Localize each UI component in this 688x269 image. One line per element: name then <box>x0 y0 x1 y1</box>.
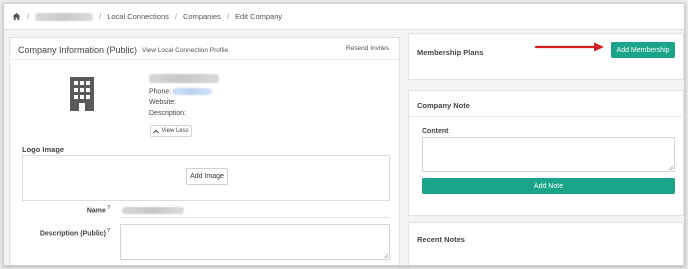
building-icon <box>70 77 94 111</box>
membership-plans-title: Membership Plans <box>417 48 484 57</box>
company-information-title: Company Information (Public) <box>18 45 138 55</box>
name-field-label: Name? <box>50 205 110 214</box>
breadcrumb-separator: / <box>226 12 230 21</box>
help-icon[interactable]: ? <box>107 205 110 211</box>
company-note-title: Company Note <box>417 101 470 110</box>
website-label: Website: <box>149 99 177 106</box>
breadcrumb-local-connections[interactable]: Local Connections <box>107 12 169 21</box>
breadcrumb-separator: / <box>27 12 30 21</box>
view-profile-link[interactable]: View Local Connection Profile <box>142 47 228 54</box>
view-less-label: View Less <box>161 128 189 134</box>
breadcrumb-separator: / <box>99 12 102 21</box>
view-less-button[interactable]: View Less <box>150 125 192 137</box>
logo-image-label: Logo Image <box>22 145 65 154</box>
phone-value-redacted[interactable] <box>172 88 213 95</box>
phone-line: Phone: <box>149 88 213 96</box>
description-label: Description: <box>149 110 186 117</box>
recent-notes-title: Recent Notes <box>417 235 465 244</box>
resend-invites-link[interactable]: Resend Invites <box>346 45 389 52</box>
add-membership-button[interactable]: Add Membership <box>611 42 675 58</box>
add-image-button[interactable]: Add Image <box>186 168 228 185</box>
description-line: Description: <box>149 110 186 117</box>
description-public-textarea[interactable] <box>120 224 390 260</box>
phone-label: Phone: <box>149 88 172 96</box>
help-icon[interactable]: ? <box>107 228 110 234</box>
company-note-header: Company Note <box>409 91 683 117</box>
breadcrumb: / / Local Connections / Companies / Edit… <box>4 4 684 30</box>
description-public-label: Description (Public) <box>39 230 106 238</box>
company-information-header: Company Information (Public) View Local … <box>10 38 399 60</box>
name-label: Name <box>86 207 106 215</box>
recent-notes-panel: Recent Notes <box>408 222 684 265</box>
content-label: Content <box>422 128 449 135</box>
website-line: Website: <box>149 99 176 106</box>
add-note-button[interactable]: Add Note <box>422 178 675 194</box>
app-frame: / / Local Connections / Companies / Edit… <box>3 3 685 266</box>
resize-grip-icon[interactable] <box>383 253 388 258</box>
red-arrow-annotation <box>534 42 604 52</box>
breadcrumb-redacted-item[interactable] <box>35 12 94 21</box>
logo-image-dropzone[interactable]: Add Image <box>22 155 390 201</box>
name-value-redacted <box>122 207 184 214</box>
name-field[interactable] <box>120 217 390 218</box>
company-name-redacted <box>149 74 219 83</box>
description-public-field-label: Description (Public)? <box>20 228 110 237</box>
company-information-panel: Company Information (Public) View Local … <box>9 37 400 265</box>
chevron-up-icon <box>153 129 160 133</box>
home-icon[interactable] <box>12 12 21 21</box>
content-textarea[interactable] <box>422 137 675 172</box>
breadcrumb-separator: / <box>174 12 177 21</box>
company-note-panel: Company Note Content Add Note <box>408 90 684 216</box>
breadcrumb-edit-company: Edit Company <box>235 12 283 21</box>
resize-grip-icon[interactable] <box>668 165 673 170</box>
breadcrumb-companies[interactable]: Companies <box>183 12 221 21</box>
